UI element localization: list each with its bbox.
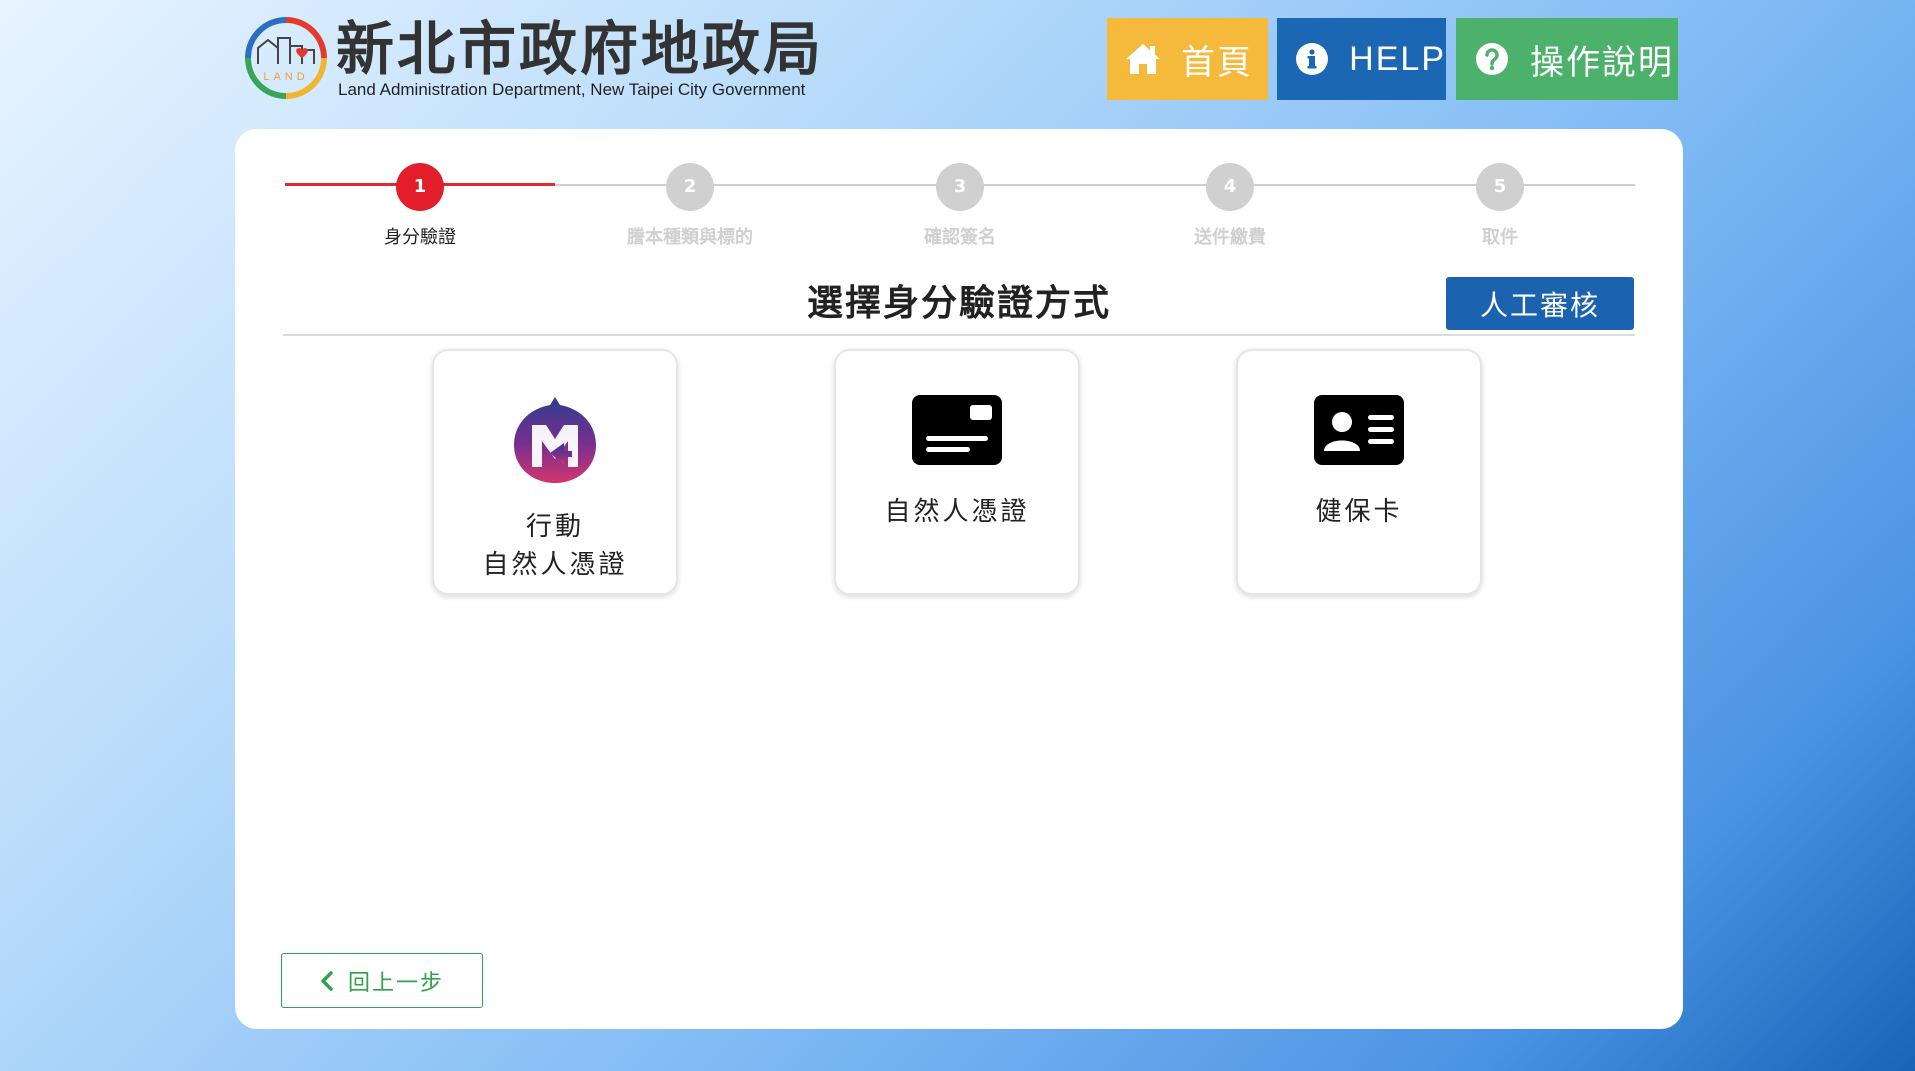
info-icon: [1293, 39, 1331, 79]
progress-stepper: 1 身分驗證 2 謄本種類與標的 3 確認簽名 4 送件繳費 5 取件: [285, 163, 1635, 253]
option-label: 自然人憑證: [884, 497, 1030, 527]
back-button-label: 回上一步: [347, 970, 444, 996]
land-logo-icon: LAND: [245, 17, 327, 99]
step-label: 謄本種類與標的: [627, 227, 753, 248]
step-label: 送件繳費: [1194, 227, 1266, 248]
home-button[interactable]: 首頁: [1107, 18, 1268, 100]
step-4: 4 送件繳費: [1120, 163, 1340, 249]
option-health-insurance-card[interactable]: 健保卡: [1236, 349, 1482, 595]
back-button[interactable]: 回上一步: [281, 953, 483, 1008]
divider: [283, 334, 1635, 336]
main-card: 1 身分驗證 2 謄本種類與標的 3 確認簽名 4 送件繳費 5 取件 選擇身分…: [235, 129, 1683, 1029]
home-button-label: 首頁: [1181, 42, 1253, 83]
site-subtitle: Land Administration Department, New Taip…: [338, 80, 806, 99]
option-label-line1: 行動: [525, 512, 584, 542]
svg-text:LAND: LAND: [263, 71, 308, 83]
step-label: 身分驗證: [384, 227, 456, 248]
step-3: 3 確認簽名: [850, 163, 1070, 249]
site-logo[interactable]: LAND 新北市政府地政局 Land Administration Depart…: [242, 14, 821, 104]
site-title: 新北市政府地政局: [336, 15, 825, 83]
step-number: 4: [1206, 163, 1254, 211]
help-button-label: HELP: [1349, 39, 1446, 78]
health-id-card-icon: [1238, 395, 1480, 471]
step-1: 1 身分驗證: [310, 163, 530, 249]
instructions-button-label: 操作說明: [1530, 42, 1674, 83]
option-mobile-citizen-certificate[interactable]: 行動 自然人憑證: [432, 349, 678, 595]
option-citizen-certificate[interactable]: 自然人憑證: [834, 349, 1080, 595]
citizen-card-icon: [836, 395, 1078, 471]
question-icon: [1472, 39, 1512, 79]
chevron-left-icon: [320, 970, 334, 991]
home-icon: [1123, 39, 1163, 79]
step-2: 2 謄本種類與標的: [580, 163, 800, 249]
step-number: 5: [1476, 163, 1524, 211]
mobile-citizen-certificate-icon: [434, 395, 676, 483]
instructions-button[interactable]: 操作說明: [1456, 18, 1678, 100]
step-number: 2: [666, 163, 714, 211]
option-label: 健保卡: [1315, 497, 1403, 527]
step-5: 5 取件: [1390, 163, 1610, 249]
step-label: 確認簽名: [924, 227, 996, 248]
help-button[interactable]: HELP: [1277, 18, 1446, 100]
manual-review-button[interactable]: 人工審核: [1446, 277, 1634, 330]
step-number: 1: [396, 163, 444, 211]
option-label-line2: 自然人憑證: [482, 550, 628, 580]
step-number: 3: [936, 163, 984, 211]
step-label: 取件: [1482, 227, 1518, 248]
